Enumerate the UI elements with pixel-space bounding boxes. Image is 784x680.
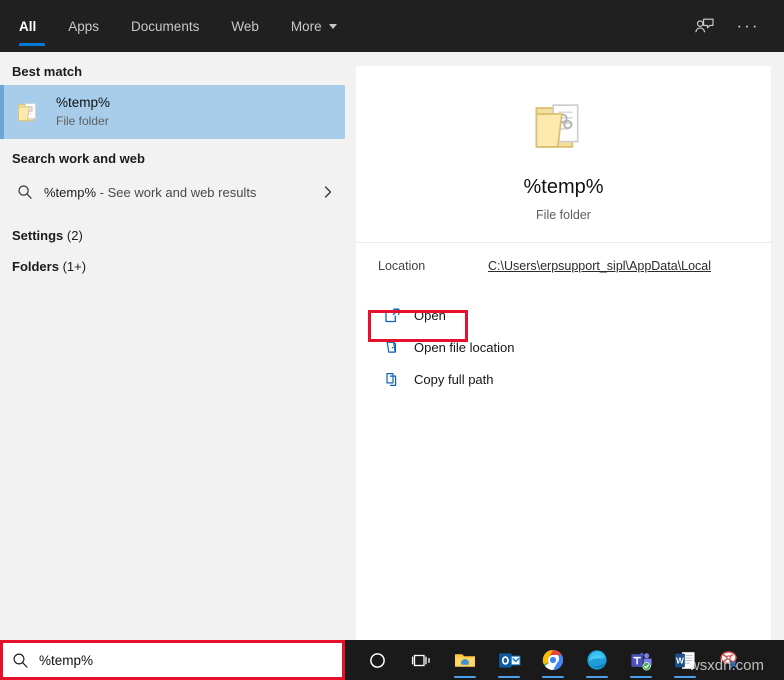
result-item-title: %temp% (56, 95, 111, 111)
outlook-icon[interactable] (487, 640, 531, 680)
chrome-icon[interactable] (531, 640, 575, 680)
person-feedback-icon[interactable] (682, 0, 726, 52)
tab-all-label: All (19, 18, 37, 34)
location-label: Location (378, 259, 426, 273)
tab-apps[interactable]: Apps (52, 0, 115, 52)
open-external-icon (378, 307, 406, 324)
action-open-file-location-label: Open file location (414, 339, 515, 355)
group-folders-count: (1+) (62, 259, 87, 274)
preview-title: %temp% (523, 176, 604, 198)
result-item-text: %temp% File folder (48, 95, 110, 129)
web-result-suffix: - See work and web results (96, 184, 257, 200)
chevron-down-icon (328, 23, 337, 29)
group-heading-settings[interactable]: Settings (2) (0, 212, 345, 243)
taskbar-icons: W (355, 640, 751, 680)
best-match-heading: Best match (12, 64, 83, 79)
tab-apps-label: Apps (68, 18, 100, 34)
preview-actions: Open Open file location Copy full path (356, 289, 771, 395)
preview-pane: %temp% File folder Location C:\Users\erp… (356, 66, 771, 640)
group-settings-count: (2) (66, 228, 83, 243)
preview-hero: %temp% File folder (356, 66, 771, 222)
more-options-glyph: ··· (736, 16, 760, 35)
preview-folder-with-files-icon (356, 90, 771, 162)
action-open-file-location[interactable]: Open file location (356, 331, 771, 363)
tab-web[interactable]: Web (215, 0, 275, 52)
chevron-right-icon[interactable] (311, 185, 345, 199)
snipping-tool-icon[interactable] (707, 640, 751, 680)
web-result-query: %temp% (44, 184, 97, 200)
group-settings-label: Settings (12, 228, 64, 243)
location-value-link[interactable]: C:\Users\erpsupport_sipl\AppData\Local (488, 259, 711, 273)
file-explorer-icon[interactable] (443, 640, 487, 680)
open-folder-icon (378, 339, 406, 356)
more-options-icon[interactable]: ··· (726, 0, 784, 52)
teams-icon[interactable] (619, 640, 663, 680)
search-flyout: All Apps Documents Web More ··· Best mat… (0, 0, 784, 640)
action-open-label: Open (414, 307, 446, 323)
web-result-row[interactable]: %temp% - See work and web results (0, 172, 345, 212)
action-open[interactable]: Open (356, 299, 771, 331)
taskbar-search-box[interactable] (0, 640, 345, 680)
tab-documents-label: Documents (131, 18, 200, 34)
web-result-label: %temp% - See work and web results (38, 185, 311, 200)
tab-documents[interactable]: Documents (115, 0, 215, 52)
search-tab-bar: All Apps Documents Web More ··· (0, 0, 784, 52)
result-item-subtitle: File folder (56, 113, 109, 128)
word-icon[interactable]: W (663, 640, 707, 680)
result-item-temp-folder[interactable]: %temp% File folder (0, 85, 345, 139)
search-icon (12, 184, 38, 200)
results-pane: Best match %temp% File folder Search wor… (0, 52, 345, 640)
search-work-web-heading: Search work and web (12, 151, 145, 166)
task-view-icon[interactable] (399, 640, 443, 680)
edge-icon[interactable] (575, 640, 619, 680)
copy-icon (378, 371, 406, 388)
group-heading-folders[interactable]: Folders (1+) (0, 243, 345, 274)
search-icon (3, 652, 37, 669)
folder-with-files-icon (12, 97, 48, 127)
svg-text:W: W (676, 655, 684, 665)
tab-more-label: More (290, 18, 322, 34)
tab-web-label: Web (231, 18, 259, 34)
taskbar: W wsxdn.com (0, 640, 784, 680)
location-row: Location C:\Users\erpsupport_sipl\AppDat… (356, 243, 771, 289)
tab-all[interactable]: All (0, 0, 52, 52)
tab-more[interactable]: More (275, 0, 353, 52)
cortana-icon[interactable] (355, 640, 399, 680)
action-copy-full-path-label: Copy full path (414, 371, 494, 387)
search-input[interactable] (39, 652, 342, 668)
action-copy-full-path[interactable]: Copy full path (356, 363, 771, 395)
preview-subtitle: File folder (536, 208, 591, 222)
group-folders-label: Folders (12, 259, 59, 274)
